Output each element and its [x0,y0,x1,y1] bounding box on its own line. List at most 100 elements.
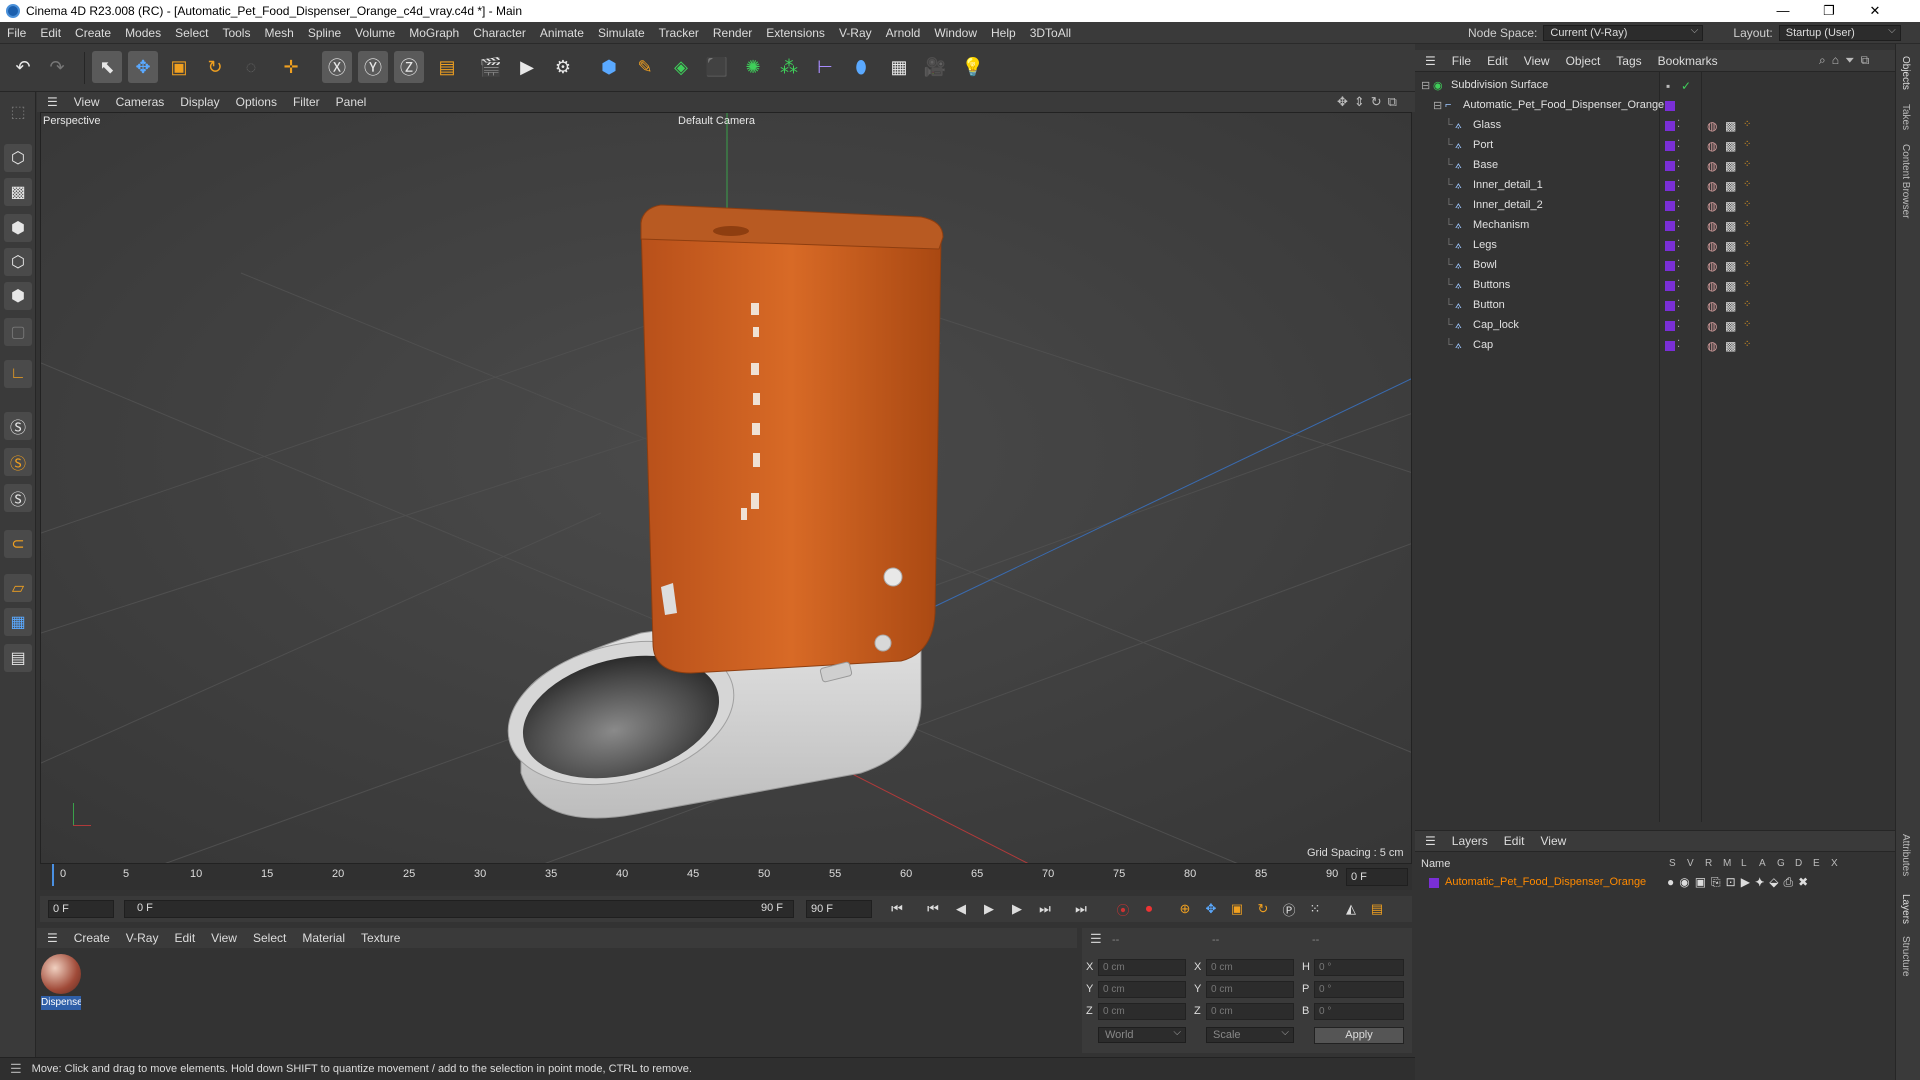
visibility-dots-icon[interactable]: ⁚ [1677,339,1680,350]
phong-tag-icon[interactable]: ⁘ [1743,279,1751,290]
viewport-menu-filter[interactable]: Filter [285,95,328,109]
viewport-navigation-icons[interactable]: ✥⇕↻⧉ [1337,94,1403,110]
add-object-icon[interactable]: ✛ [276,51,306,83]
vray-tag-icon[interactable]: ▩ [1725,239,1736,253]
material-menu-create[interactable]: Create [66,931,118,945]
go-to-end-icon[interactable]: ⏭ [1070,899,1092,919]
render-settings-icon[interactable]: ⚙ [548,51,578,83]
layer-toggle-icons[interactable]: ●◉▣⎘⊡▶⯌⬙⎙✖ [1667,875,1813,890]
object-menu-view[interactable]: View [1516,54,1558,68]
layer-row[interactable]: Automatic_Pet_Food_Dispenser_Orange ●◉▣⎘… [1415,874,1895,892]
menu-3dtoall[interactable]: 3DToAll [1023,26,1078,40]
material-tag-icon[interactable]: ◍ [1707,139,1717,153]
pos-z-field[interactable]: 0 cm [1098,1003,1186,1020]
rotate-tool-icon[interactable]: ↻ [200,51,230,83]
texture-mode-icon[interactable]: ▩ [4,178,32,206]
undo-icon[interactable]: ↶ [8,51,38,83]
apply-button[interactable]: Apply [1314,1027,1404,1044]
snap-icon[interactable]: Ⓢ [4,412,32,440]
layer-color-swatch[interactable] [1665,121,1675,131]
vray-tag-icon[interactable]: ▩ [1725,219,1736,233]
object-menu-file[interactable]: File [1444,54,1479,68]
end-frame-field[interactable]: 90 F [806,900,872,918]
material-tag-icon[interactable]: ◍ [1707,339,1717,353]
rot-b-field[interactable]: 0 ° [1314,1003,1404,1020]
visibility-dots-icon[interactable]: ⁚ [1677,219,1680,230]
object-row[interactable]: └ ⟑ Port ⁚ ◍ ▩ ⁘ [1415,136,1895,156]
grid-icon[interactable]: ▦ [4,608,32,636]
key-position-icon[interactable]: ✥ [1200,899,1222,919]
snap-settings-icon[interactable]: Ⓢ [4,448,32,476]
layer-menu-view[interactable]: View [1532,834,1574,848]
menu-arnold[interactable]: Arnold [879,26,928,40]
phong-tag-icon[interactable]: ⁘ [1743,259,1751,270]
quantize-icon[interactable]: Ⓢ [4,484,32,512]
menu-spline[interactable]: Spline [301,26,348,40]
magnet-icon[interactable]: ⊂ [4,530,32,558]
coords-hamburger-icon[interactable]: ☰ [1090,931,1102,947]
layer-color-swatch[interactable] [1665,301,1675,311]
y-axis-lock-icon[interactable]: Ⓨ [358,51,388,83]
next-key-icon[interactable]: ⏭ [1034,899,1056,919]
menu-file[interactable]: File [0,26,33,40]
menu-tracker[interactable]: Tracker [652,26,706,40]
collapse-icon[interactable]: ⊟ [1433,99,1442,112]
menu-help[interactable]: Help [984,26,1023,40]
object-hamburger-icon[interactable]: ☰ [1415,54,1444,68]
tab-attributes[interactable]: Attributes [1900,834,1911,876]
timeline-window-icon[interactable]: ▤ [1366,899,1388,919]
material-hamburger-icon[interactable]: ☰ [37,931,66,945]
menu-character[interactable]: Character [466,26,533,40]
object-row[interactable]: └ ⟑ Mechanism ⁚ ◍ ▩ ⁘ [1415,216,1895,236]
layer-color-swatch[interactable] [1665,221,1675,231]
z-axis-lock-icon[interactable]: Ⓩ [394,51,424,83]
material-tag-icon[interactable]: ◍ [1707,159,1717,173]
key-parameter-icon[interactable]: Ⓟ [1278,899,1300,919]
collapse-icon[interactable]: ⊟ [1421,79,1430,92]
pos-x-field[interactable]: 0 cm [1098,959,1186,976]
visibility-dots-icon[interactable]: ⁚ [1677,279,1680,290]
layer-color-swatch[interactable] [1665,241,1675,251]
menu-tools[interactable]: Tools [215,26,257,40]
material-menu-vray[interactable]: V-Ray [118,931,167,945]
material-tag-icon[interactable]: ◍ [1707,179,1717,193]
material-tag-icon[interactable]: ◍ [1707,279,1717,293]
menu-create[interactable]: Create [68,26,118,40]
locked-workplane-icon[interactable]: ▤ [4,644,32,672]
vray-tag-icon[interactable]: ▩ [1725,139,1736,153]
size-mode-dropdown[interactable]: Scale [1206,1026,1294,1043]
material-tag-icon[interactable]: ◍ [1707,239,1717,253]
material-menu-texture[interactable]: Texture [353,931,408,945]
vray-tag-icon[interactable]: ▩ [1725,299,1736,313]
material-tag-icon[interactable]: ◍ [1707,299,1717,313]
pos-y-field[interactable]: 0 cm [1098,981,1186,998]
menu-window[interactable]: Window [927,26,984,40]
current-frame-field[interactable]: 0 F [1346,868,1408,886]
visibility-dots-icon[interactable]: ⁚ [1677,319,1680,330]
layer-color-swatch[interactable] [1665,321,1675,331]
subdivision-generator-icon[interactable]: ◈ [666,51,696,83]
maximize-button[interactable]: ❐ [1806,0,1852,22]
vray-tag-icon[interactable]: ▩ [1725,199,1736,213]
floor-icon[interactable]: ▦ [884,51,914,83]
autokey-icon[interactable]: ⏺ [1138,899,1160,919]
vray-tag-icon[interactable]: ▩ [1725,319,1736,333]
vray-tag-icon[interactable]: ▩ [1725,119,1736,133]
axis-mode-icon[interactable]: ∟ [4,360,32,388]
menu-vray[interactable]: V-Ray [832,26,879,40]
select-tool-icon[interactable]: ⬉ [92,51,122,83]
layer-color-swatch[interactable] [1665,101,1675,111]
material-tag-icon[interactable]: ◍ [1707,199,1717,213]
uv-mode-icon[interactable]: ▢ [4,318,32,346]
layer-color-swatch[interactable] [1665,161,1675,171]
size-y-field[interactable]: 0 cm [1206,981,1294,998]
model-mode-icon[interactable]: ⬡ [4,144,32,172]
redo-icon[interactable]: ↷ [42,51,72,83]
vray-tag-icon[interactable]: ▩ [1725,159,1736,173]
material-menu-edit[interactable]: Edit [166,931,203,945]
phong-tag-icon[interactable]: ⁘ [1743,219,1751,230]
key-pla-icon[interactable]: ⁙ [1304,899,1326,919]
frame-range-slider[interactable]: 0 F 90 F [124,900,794,918]
object-menu-edit[interactable]: Edit [1479,54,1516,68]
cube-object-icon[interactable]: ⬢ [594,51,624,83]
